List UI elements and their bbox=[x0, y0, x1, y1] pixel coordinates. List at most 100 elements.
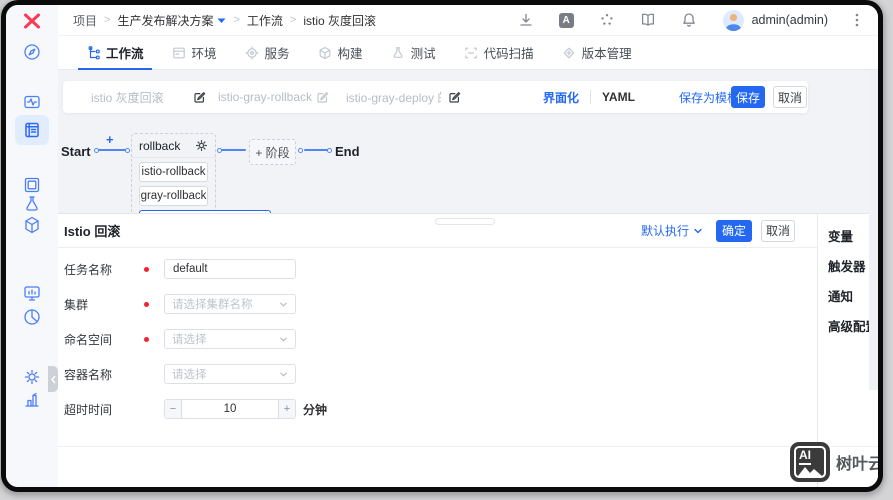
chevron-down-icon[interactable] bbox=[217, 11, 226, 29]
plugins-icon[interactable] bbox=[599, 12, 615, 28]
mode-ui-toggle[interactable]: 界面化 bbox=[543, 89, 579, 106]
tab-workflows[interactable]: 工作流 bbox=[78, 36, 151, 70]
docs-icon[interactable] bbox=[640, 12, 656, 28]
resources-icon[interactable] bbox=[22, 175, 42, 195]
tab-code-scan[interactable]: 代码扫描 bbox=[464, 36, 534, 69]
stage-name[interactable]: rollback bbox=[139, 139, 180, 153]
stepper-plus-button[interactable]: + bbox=[278, 400, 295, 418]
watermark-badge: AI bbox=[798, 448, 811, 465]
scrollbar-track[interactable] bbox=[869, 70, 878, 390]
container-select[interactable]: 请选择 bbox=[164, 364, 296, 384]
task-item[interactable]: istio-rollback bbox=[139, 162, 208, 182]
stage-settings-gear-icon[interactable] bbox=[195, 139, 208, 152]
download-icon[interactable] bbox=[518, 12, 534, 28]
tab-label: 环境 bbox=[191, 47, 217, 61]
report-icon[interactable] bbox=[22, 307, 42, 327]
tab-services[interactable]: 服务 bbox=[244, 36, 290, 69]
user-name[interactable]: admin(admin) bbox=[752, 13, 828, 27]
more-icon[interactable] bbox=[850, 12, 864, 28]
workflow-name-field[interactable]: istio 灰度回滚 bbox=[91, 89, 164, 106]
end-node: End bbox=[335, 144, 360, 159]
tab-builds[interactable]: 构建 bbox=[318, 36, 363, 69]
required-dot bbox=[144, 336, 149, 342]
field-label: 容器名称 bbox=[64, 367, 113, 382]
tab-tests[interactable]: 测试 bbox=[391, 36, 436, 69]
breadcrumb-separator: > bbox=[104, 14, 111, 26]
required-dot bbox=[144, 266, 149, 272]
exec-mode-label: 默认执行 bbox=[640, 224, 689, 238]
connector-dot bbox=[125, 148, 130, 153]
tab-environments[interactable]: 环境 bbox=[172, 36, 217, 69]
notifications-icon[interactable] bbox=[681, 12, 697, 28]
stepper-value[interactable]: 10 bbox=[182, 400, 278, 418]
timeout-stepper: − 10 + bbox=[164, 399, 296, 419]
enterprise-icon[interactable] bbox=[22, 389, 42, 409]
breadcrumb-project-name[interactable]: 生产发布解决方案 bbox=[117, 12, 213, 29]
test-icon bbox=[393, 46, 403, 58]
select-placeholder: 请选择集群名称 bbox=[172, 299, 253, 311]
edit-desc-icon[interactable] bbox=[448, 91, 461, 104]
field-label: 命名空间 bbox=[64, 332, 113, 347]
task-item[interactable]: gray-rollback bbox=[139, 186, 208, 206]
select-placeholder: 请选择 bbox=[172, 334, 207, 346]
form-row-task-name: 任务名称 bbox=[64, 259, 817, 279]
breadcrumb-current: istio 灰度回滚 bbox=[303, 13, 377, 28]
connector-line bbox=[98, 149, 126, 151]
confirm-button[interactable]: 确定 bbox=[716, 219, 752, 242]
add-stage-button[interactable]: + 阶段 bbox=[249, 139, 296, 165]
workflow-desc-field[interactable]: istio-gray-deploy 的回滚工作流 bbox=[346, 89, 441, 106]
app-window: 项目 > 生产发布解决方案 > 工作流 > istio 灰度回滚 A admin… bbox=[6, 5, 878, 487]
mode-yaml-toggle[interactable]: YAML bbox=[590, 90, 635, 104]
field-label: 任务名称 bbox=[64, 262, 113, 277]
chevron-down-icon bbox=[280, 372, 287, 376]
panel-footer-divider bbox=[58, 446, 878, 447]
exec-mode-dropdown[interactable]: 默认执行 bbox=[641, 222, 703, 239]
sidebar-collapse-handle[interactable] bbox=[48, 366, 58, 392]
logo-x-icon[interactable] bbox=[21, 10, 43, 32]
field-label: 超时时间 bbox=[64, 402, 113, 417]
connector-dot bbox=[327, 148, 332, 153]
cluster-select[interactable]: 请选择集群名称 bbox=[164, 294, 296, 314]
start-node: Start bbox=[61, 144, 91, 159]
workflow-icon bbox=[88, 45, 100, 59]
task-name-input[interactable] bbox=[164, 259, 296, 279]
workflow-toolbar: istio 灰度回滚 istio-gray-rollback istio-gra… bbox=[63, 81, 808, 113]
tests-icon[interactable] bbox=[22, 194, 42, 214]
save-as-template-link[interactable]: 保存为模板 bbox=[679, 89, 739, 106]
code-scan-icon bbox=[464, 47, 477, 58]
panel-cancel-button[interactable]: 取消 bbox=[761, 219, 795, 242]
tab-label: 代码扫描 bbox=[483, 47, 534, 61]
dashboard-icon[interactable] bbox=[22, 42, 42, 62]
insight-icon[interactable] bbox=[22, 92, 42, 112]
chevron-down-icon bbox=[694, 228, 702, 233]
save-button[interactable]: 保存 bbox=[731, 86, 765, 108]
breadcrumb-projects[interactable]: 项目 bbox=[73, 12, 97, 29]
tab-version-management[interactable]: 版本管理 bbox=[562, 36, 632, 69]
environment-icon bbox=[172, 47, 185, 58]
stepper-minus-button[interactable]: − bbox=[165, 400, 182, 418]
delivery-icon[interactable] bbox=[22, 215, 42, 235]
workflow-key-field: istio-gray-rollback bbox=[218, 90, 313, 104]
connector-line bbox=[304, 149, 328, 151]
monitor-icon[interactable] bbox=[22, 283, 42, 303]
service-icon bbox=[244, 45, 259, 60]
namespace-select[interactable]: 请选择 bbox=[164, 329, 296, 349]
chevron-down-icon bbox=[280, 302, 287, 306]
form-row-cluster: 集群 请选择集群名称 bbox=[64, 294, 817, 314]
breadcrumb-workflows[interactable]: 工作流 bbox=[247, 12, 283, 29]
watermark-ai-image-icon: AI bbox=[789, 442, 830, 482]
translate-icon[interactable]: A bbox=[558, 12, 574, 28]
edit-name-icon[interactable] bbox=[193, 91, 206, 104]
tab-label: 构建 bbox=[337, 47, 363, 61]
select-placeholder: 请选择 bbox=[172, 369, 207, 381]
projects-icon[interactable] bbox=[22, 120, 42, 140]
top-header: 项目 > 生产发布解决方案 > 工作流 > istio 灰度回滚 A admin… bbox=[58, 5, 878, 36]
connector-dot bbox=[298, 148, 303, 153]
avatar[interactable] bbox=[722, 9, 744, 31]
add-task-button[interactable]: + bbox=[106, 133, 114, 146]
watermark: AI 树叶云 bbox=[789, 442, 878, 482]
settings-icon[interactable] bbox=[22, 367, 42, 387]
form-row-timeout: 超时时间 − 10 + 分钟 bbox=[64, 399, 817, 419]
breadcrumb-separator: > bbox=[289, 14, 297, 26]
cancel-button[interactable]: 取消 bbox=[773, 86, 807, 108]
